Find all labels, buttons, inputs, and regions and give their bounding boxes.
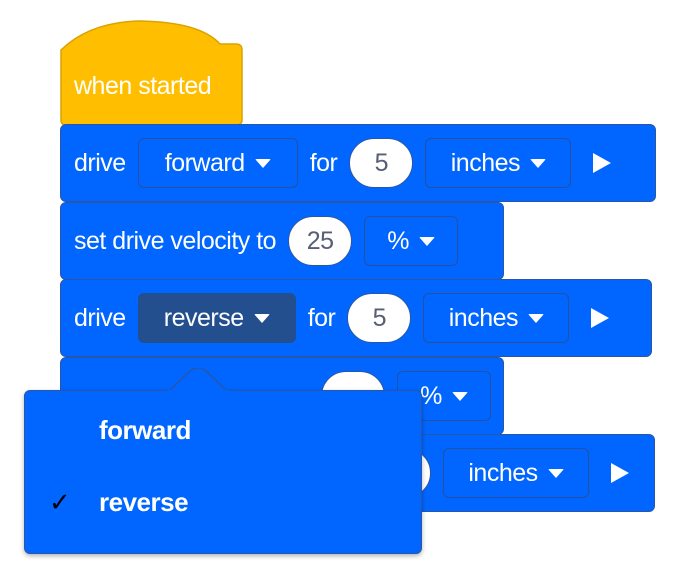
block-label: drive bbox=[74, 303, 126, 332]
play-icon[interactable] bbox=[591, 308, 610, 328]
dropdown-value: inches bbox=[468, 458, 538, 487]
unit-dropdown[interactable]: inches bbox=[423, 293, 570, 343]
play-icon[interactable] bbox=[611, 463, 629, 483]
menu-item-reverse[interactable]: reverse bbox=[99, 487, 189, 518]
dropdown-value: % bbox=[387, 226, 409, 255]
direction-dropdown-menu: forward ✓ reverse bbox=[24, 390, 422, 554]
set-velocity-block[interactable]: set drive velocity to 25 % bbox=[60, 202, 504, 280]
dropdown-value: inches bbox=[450, 148, 521, 177]
for-label: for bbox=[309, 148, 338, 177]
distance-input[interactable]: 5 bbox=[349, 138, 414, 188]
drive-block-2[interactable]: drive reverse for 5 inches bbox=[60, 279, 652, 357]
unit-dropdown[interactable]: inches bbox=[443, 448, 589, 498]
caret-down-icon bbox=[451, 391, 468, 401]
dropdown-value: reverse bbox=[163, 303, 244, 332]
distance-input[interactable]: 5 bbox=[347, 293, 412, 343]
caret-down-icon bbox=[530, 158, 546, 168]
direction-dropdown[interactable]: forward bbox=[137, 138, 298, 188]
unit-dropdown[interactable]: % bbox=[364, 216, 459, 266]
drive-block-1[interactable]: drive forward for 5 inches bbox=[60, 124, 656, 202]
play-icon[interactable] bbox=[593, 153, 612, 173]
caret-down-icon bbox=[547, 468, 564, 478]
dropdown-value: % bbox=[420, 381, 442, 410]
hat-label: when started bbox=[74, 72, 212, 100]
caret-down-icon bbox=[253, 313, 270, 323]
for-label: for bbox=[307, 303, 336, 332]
caret-down-icon bbox=[528, 313, 544, 323]
caret-down-icon bbox=[254, 158, 271, 168]
velocity-input[interactable]: 25 bbox=[288, 216, 353, 266]
unit-dropdown[interactable]: inches bbox=[425, 138, 572, 188]
direction-dropdown[interactable]: reverse bbox=[137, 293, 296, 343]
checkmark-icon: ✓ bbox=[49, 487, 71, 517]
block-label: set drive velocity to bbox=[74, 226, 277, 255]
dropdown-value: forward bbox=[164, 148, 245, 177]
dropdown-value: inches bbox=[448, 303, 519, 332]
menu-item-forward[interactable]: forward bbox=[99, 415, 191, 446]
menu-pointer bbox=[168, 368, 228, 392]
block-label: drive bbox=[74, 148, 126, 177]
caret-down-icon bbox=[418, 236, 435, 246]
